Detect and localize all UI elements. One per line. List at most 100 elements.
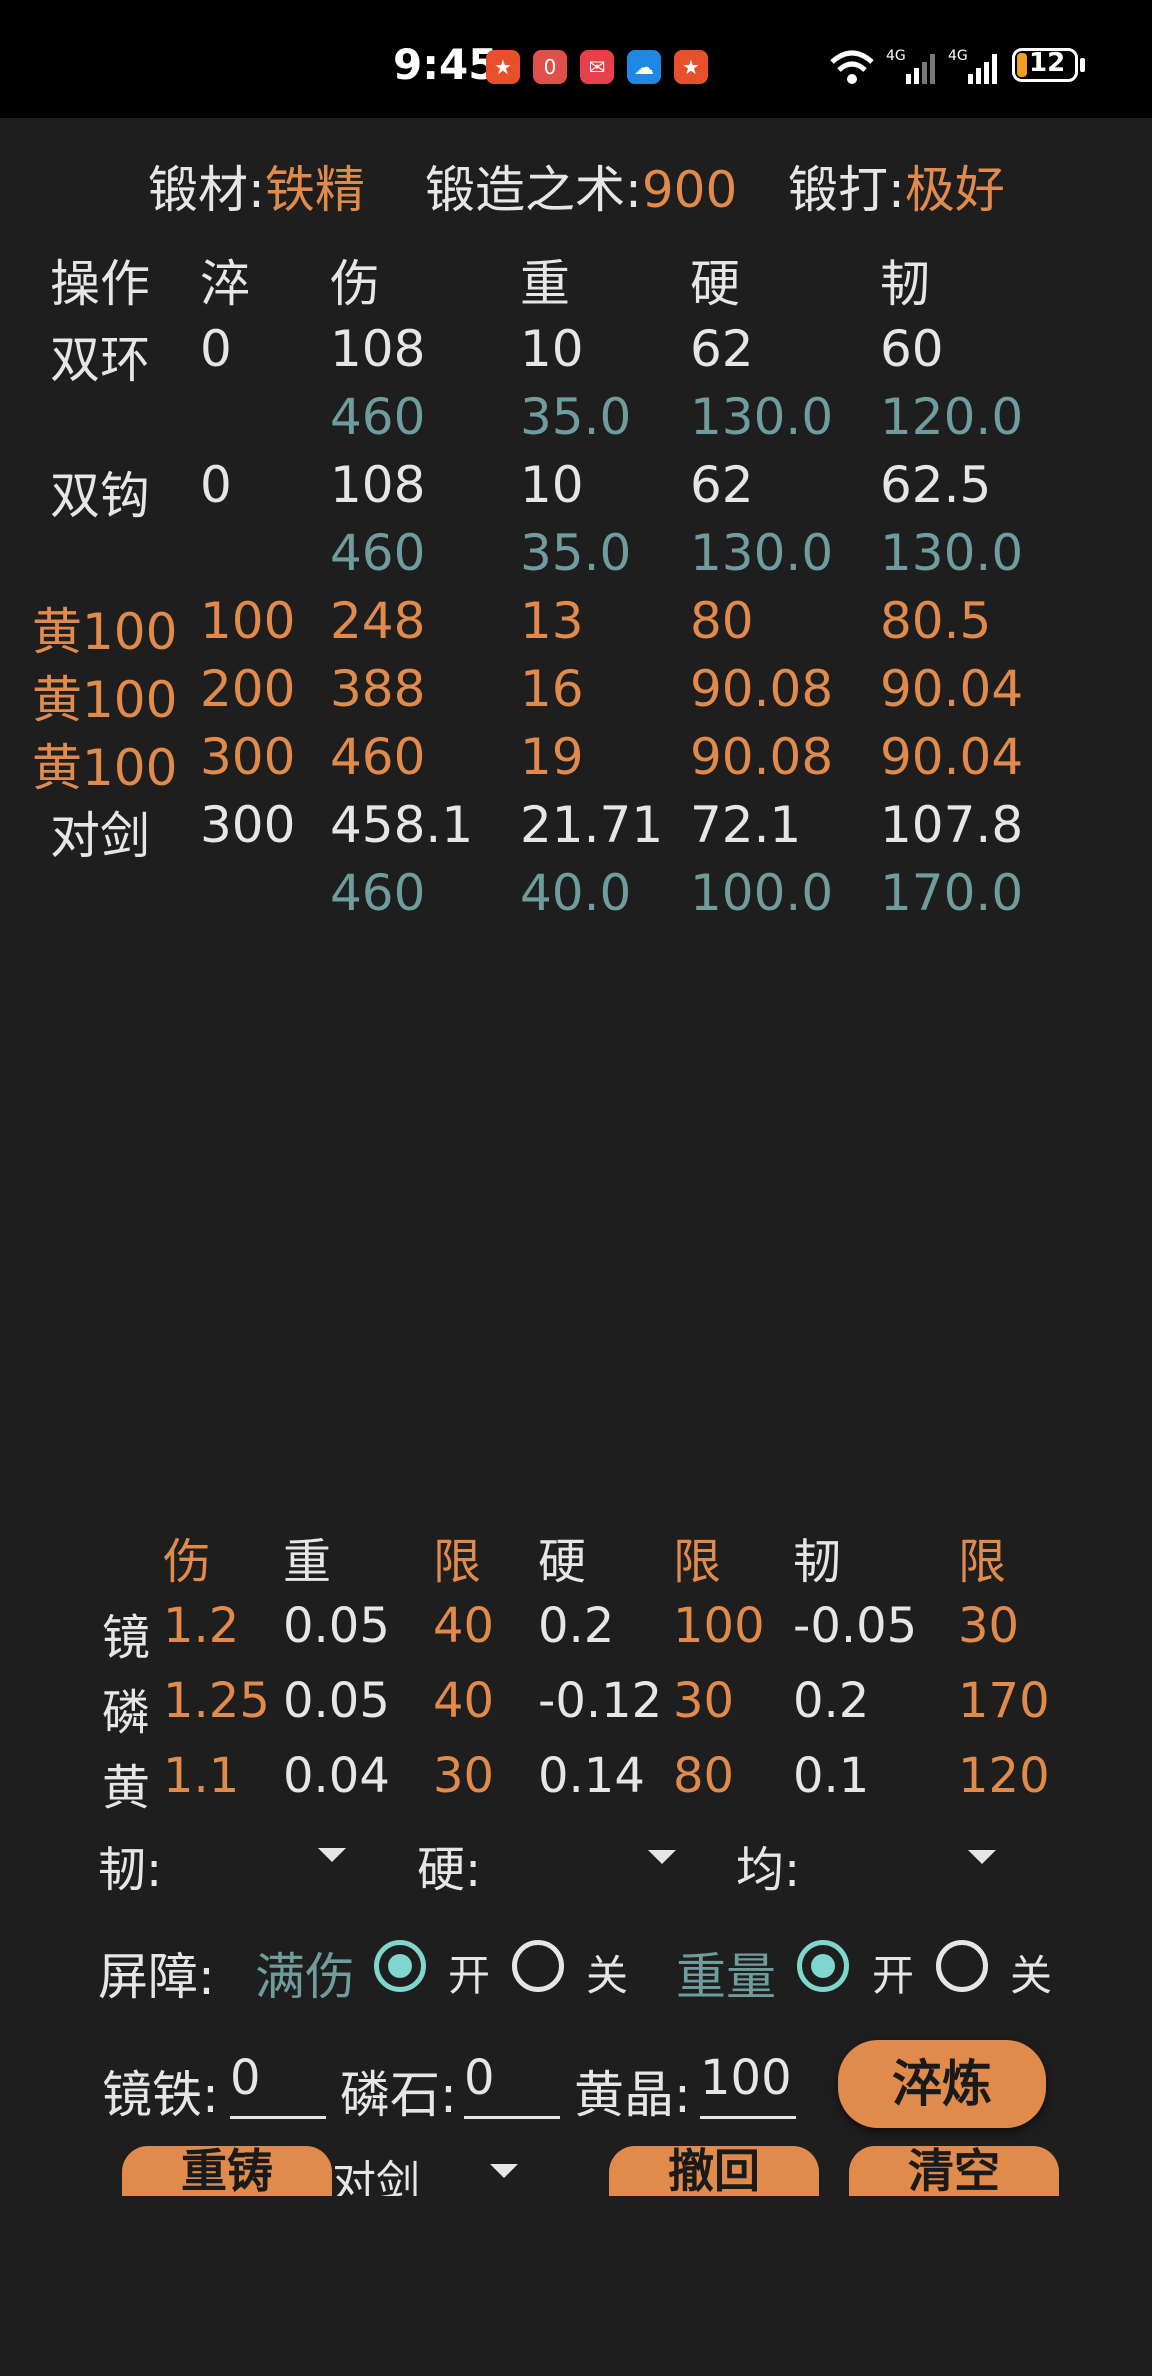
table-cell: 60 xyxy=(880,320,944,378)
jun-select-label: 均: xyxy=(736,1842,801,1898)
chevron-down-icon xyxy=(318,1848,346,1862)
skill-info: 锻造之术:900 xyxy=(425,150,737,222)
table-cell: 10 xyxy=(520,320,584,378)
coef-header-cell: 限 xyxy=(958,1534,1007,1590)
jun-select[interactable] xyxy=(820,1828,1000,1888)
svg-text:4G: 4G xyxy=(886,48,906,64)
chehui-button[interactable]: 撤回 xyxy=(609,2146,819,2196)
coef-cell: 100 xyxy=(673,1598,765,1654)
coef-header-cell: 硬 xyxy=(538,1534,587,1590)
coef-cell: 0.2 xyxy=(793,1673,870,1729)
forge-label: 锻打: xyxy=(788,161,905,219)
table-cell: 21.71 xyxy=(520,796,664,854)
coef-header-cell: 限 xyxy=(673,1534,722,1590)
table-cell: 双钩 xyxy=(50,467,150,525)
coef-header-cell: 重 xyxy=(283,1534,332,1590)
table-cell: 10 xyxy=(520,456,584,514)
notification-icon: ✉ xyxy=(580,50,614,84)
weapon-select[interactable]: 对剑 xyxy=(332,2146,532,2196)
battery-tip xyxy=(1080,58,1085,72)
weight-label: 重量 xyxy=(676,1948,776,2006)
ying-select-label: 硬: xyxy=(417,1842,482,1898)
battery-level: 12 xyxy=(1029,48,1066,78)
table-cell: 460 xyxy=(330,728,426,786)
status-time: 9:45 xyxy=(393,40,498,89)
coef-cell: 170 xyxy=(958,1673,1050,1729)
coef-cell: 0.04 xyxy=(283,1748,390,1804)
coef-cell: 40 xyxy=(433,1598,495,1654)
coef-cell: 30 xyxy=(433,1748,495,1804)
table-cell: 90.04 xyxy=(880,660,1024,718)
full-damage-off-radio[interactable] xyxy=(512,1940,564,1992)
coef-cell: 30 xyxy=(673,1673,735,1729)
full-damage-on-radio[interactable] xyxy=(374,1940,426,1992)
table-cell: 300 xyxy=(200,796,296,854)
chevron-down-icon xyxy=(648,1850,676,1864)
table-cell: 80 xyxy=(690,592,754,650)
barrier-label: 屏障: xyxy=(98,1948,215,2006)
notification-icon: ★ xyxy=(486,50,520,84)
table-cell: 100.0 xyxy=(690,864,834,922)
coef-row-name: 镜 xyxy=(102,1610,151,1666)
table-header-cell: 伤 xyxy=(330,255,380,313)
wifi-icon xyxy=(830,50,874,84)
weight-on-radio[interactable] xyxy=(797,1940,849,1992)
coef-cell: 30 xyxy=(958,1598,1020,1654)
linshi-input[interactable]: 0 xyxy=(464,2050,560,2119)
coef-cell: 0.2 xyxy=(538,1598,615,1654)
table-cell: 72.1 xyxy=(690,796,802,854)
table-cell: 460 xyxy=(330,388,426,446)
full-damage-off-label: 关 xyxy=(586,1951,629,2000)
table-cell: 388 xyxy=(330,660,426,718)
table-cell: 双环 xyxy=(50,331,150,389)
table-cell: 19 xyxy=(520,728,584,786)
material-label: 锻材: xyxy=(148,161,265,219)
table-cell: 16 xyxy=(520,660,584,718)
table-cell: 62 xyxy=(690,456,754,514)
chevron-down-icon xyxy=(968,1850,996,1864)
huangjing-input[interactable]: 100 xyxy=(700,2050,796,2119)
table-cell: 100 xyxy=(200,592,296,650)
table-cell: 90.08 xyxy=(690,728,834,786)
table-cell: 460 xyxy=(330,524,426,582)
weight-off-radio[interactable] xyxy=(936,1940,988,1992)
huangjing-label: 黄晶: xyxy=(574,2066,691,2124)
table-cell: 170.0 xyxy=(880,864,1024,922)
coef-row-name: 黄 xyxy=(102,1760,151,1816)
table-cell: 80.5 xyxy=(880,592,992,650)
svg-text:4G: 4G xyxy=(948,48,968,64)
forge-info: 锻打:极好 xyxy=(788,150,1005,222)
table-cell: 黄100 xyxy=(32,739,178,797)
jingtie-input[interactable]: 0 xyxy=(230,2050,326,2119)
full-damage-label: 满伤 xyxy=(255,1948,355,2006)
ying-select[interactable] xyxy=(500,1828,680,1888)
table-cell: 130.0 xyxy=(690,524,834,582)
coef-header-cell: 韧 xyxy=(793,1534,842,1590)
coef-cell: 0.05 xyxy=(283,1598,390,1654)
table-cell: 458.1 xyxy=(330,796,474,854)
coef-cell: 1.2 xyxy=(163,1598,240,1654)
table-cell: 108 xyxy=(330,456,426,514)
table-cell: 0 xyxy=(200,456,232,514)
coef-cell: 1.25 xyxy=(163,1673,270,1729)
coef-cell: 40 xyxy=(433,1673,495,1729)
signal-icon: 4G xyxy=(948,48,997,84)
table-cell: 90.08 xyxy=(690,660,834,718)
qingkong-button[interactable]: 清空 xyxy=(849,2146,1059,2196)
ren-select-label: 韧: xyxy=(98,1842,163,1898)
cuilian-button[interactable]: 淬炼 xyxy=(838,2040,1046,2128)
skill-label: 锻造之术: xyxy=(425,161,642,219)
notification-icon: 0 xyxy=(533,50,567,84)
battery-icon: 12 xyxy=(1012,48,1078,82)
table-cell: 108 xyxy=(330,320,426,378)
coef-cell: 0.14 xyxy=(538,1748,645,1804)
table-cell: 对剑 xyxy=(50,807,150,865)
coef-cell: 0.05 xyxy=(283,1673,390,1729)
table-cell: 40.0 xyxy=(520,864,632,922)
table-cell: 35.0 xyxy=(520,524,632,582)
coef-header-cell: 伤 xyxy=(163,1534,212,1590)
table-cell: 黄100 xyxy=(32,671,178,729)
table-cell: 130.0 xyxy=(880,524,1024,582)
ren-select[interactable] xyxy=(180,1828,360,1888)
chongzhu-button[interactable]: 重铸 xyxy=(122,2146,332,2196)
